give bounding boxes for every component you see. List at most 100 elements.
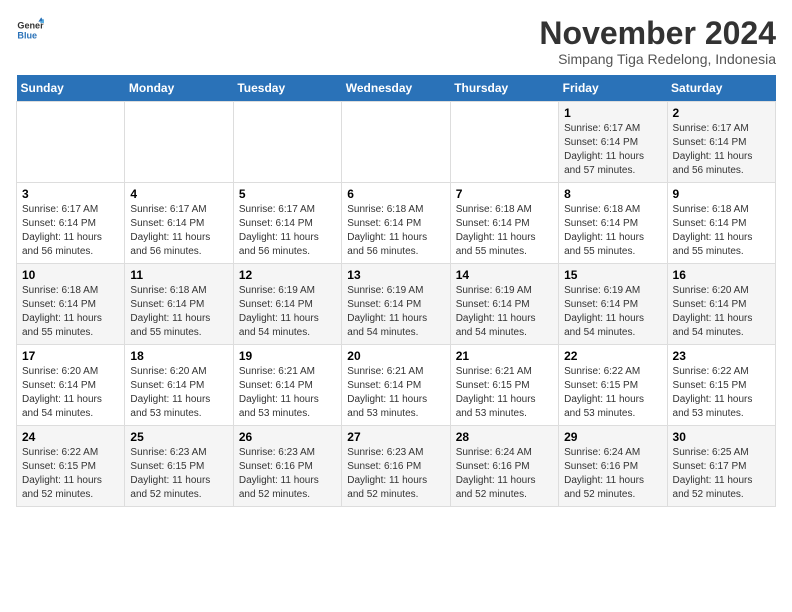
day-number: 17 [22, 349, 119, 363]
calendar-week-row: 10 Sunrise: 6:18 AM Sunset: 6:14 PM Dayli… [17, 264, 776, 345]
day-info: Sunrise: 6:19 AM Sunset: 6:14 PM Dayligh… [239, 284, 336, 340]
day-info: Sunrise: 6:23 AM Sunset: 6:16 PM Dayligh… [347, 446, 444, 502]
day-info: Sunrise: 6:18 AM Sunset: 6:14 PM Dayligh… [22, 284, 119, 340]
day-header-saturday: Saturday [667, 75, 775, 102]
calendar-cell: 14Sunrise: 6:19 AM Sunset: 6:14 PM Dayli… [450, 264, 558, 345]
day-number: 5 [239, 187, 336, 201]
day-number: 2 [673, 106, 770, 120]
day-number: 8 [564, 187, 661, 201]
day-number: 18 [130, 349, 227, 363]
calendar-header-row: SundayMondayTuesdayWednesdayThursdayFrid… [17, 75, 776, 102]
calendar-cell [17, 102, 125, 183]
day-info: Sunrise: 6:18 AM Sunset: 6:14 PM Dayligh… [456, 203, 553, 259]
calendar-cell [450, 102, 558, 183]
day-info: Sunrise: 6:17 AM Sunset: 6:14 PM Dayligh… [564, 122, 661, 178]
calendar-cell: 23 Sunrise: 6:22 AM Sunset: 6:15 PM Dayli… [667, 345, 775, 426]
day-header-sunday: Sunday [17, 75, 125, 102]
calendar-cell: 13 Sunrise: 6:19 AM Sunset: 6:14 PM Dayli… [342, 264, 450, 345]
day-number: 24 [22, 430, 119, 444]
calendar-cell [342, 102, 450, 183]
calendar-cell: 8 Sunrise: 6:18 AM Sunset: 6:14 PM Daylig… [559, 183, 667, 264]
calendar-cell: 2 Sunrise: 6:17 AM Sunset: 6:14 PM Daylig… [667, 102, 775, 183]
day-number: 11 [130, 268, 227, 282]
day-info: Sunrise: 6:18 AM Sunset: 6:14 PM Dayligh… [130, 284, 227, 340]
day-info: Sunrise: 6:17 AM Sunset: 6:14 PM Dayligh… [130, 203, 227, 259]
calendar-cell: 9 Sunrise: 6:18 AM Sunset: 6:14 PM Daylig… [667, 183, 775, 264]
day-number: 25 [130, 430, 227, 444]
day-info: Sunrise: 6:17 AM Sunset: 6:14 PM Dayligh… [22, 203, 119, 259]
calendar-cell: 10 Sunrise: 6:18 AM Sunset: 6:14 PM Dayli… [17, 264, 125, 345]
calendar-cell: 21Sunrise: 6:21 AM Sunset: 6:15 PM Dayli… [450, 345, 558, 426]
day-number: 7 [456, 187, 553, 201]
calendar-cell: 28Sunrise: 6:24 AM Sunset: 6:16 PM Dayli… [450, 426, 558, 507]
day-info: Sunrise: 6:21 AM Sunset: 6:14 PM Dayligh… [347, 365, 444, 421]
calendar-week-row: 17 Sunrise: 6:20 AM Sunset: 6:14 PM Dayli… [17, 345, 776, 426]
day-number: 4 [130, 187, 227, 201]
calendar-cell: 26 Sunrise: 6:23 AM Sunset: 6:16 PM Dayli… [233, 426, 341, 507]
day-number: 28 [456, 430, 553, 444]
calendar-cell: 7 Sunrise: 6:18 AM Sunset: 6:14 PM Daylig… [450, 183, 558, 264]
day-number: 15 [564, 268, 661, 282]
day-number: 13 [347, 268, 444, 282]
day-info: Sunrise: 6:17 AM Sunset: 6:14 PM Dayligh… [673, 122, 770, 178]
day-info: Sunrise: 6:18 AM Sunset: 6:14 PM Dayligh… [347, 203, 444, 259]
calendar-week-row: 1Sunrise: 6:17 AM Sunset: 6:14 PM Daylig… [17, 102, 776, 183]
calendar-week-row: 3 Sunrise: 6:17 AM Sunset: 6:14 PM Daylig… [17, 183, 776, 264]
page-header: General Blue November 2024 Simpang Tiga … [16, 16, 776, 67]
day-header-monday: Monday [125, 75, 233, 102]
day-header-thursday: Thursday [450, 75, 558, 102]
day-number: 23 [673, 349, 770, 363]
day-info: Sunrise: 6:17 AM Sunset: 6:14 PM Dayligh… [239, 203, 336, 259]
calendar-cell [125, 102, 233, 183]
day-info: Sunrise: 6:25 AM Sunset: 6:17 PM Dayligh… [673, 446, 770, 502]
calendar-cell: 24Sunrise: 6:22 AM Sunset: 6:15 PM Dayli… [17, 426, 125, 507]
logo: General Blue [16, 16, 44, 44]
calendar-cell: 19Sunrise: 6:21 AM Sunset: 6:14 PM Dayli… [233, 345, 341, 426]
day-number: 22 [564, 349, 661, 363]
day-number: 20 [347, 349, 444, 363]
day-info: Sunrise: 6:21 AM Sunset: 6:14 PM Dayligh… [239, 365, 336, 421]
calendar-cell: 3 Sunrise: 6:17 AM Sunset: 6:14 PM Daylig… [17, 183, 125, 264]
day-info: Sunrise: 6:22 AM Sunset: 6:15 PM Dayligh… [673, 365, 770, 421]
calendar-cell: 15 Sunrise: 6:19 AM Sunset: 6:14 PM Dayli… [559, 264, 667, 345]
svg-text:Blue: Blue [17, 30, 37, 40]
calendar-subtitle: Simpang Tiga Redelong, Indonesia [539, 51, 776, 67]
day-number: 21 [456, 349, 553, 363]
day-info: Sunrise: 6:19 AM Sunset: 6:14 PM Dayligh… [456, 284, 553, 340]
calendar-cell: 20 Sunrise: 6:21 AM Sunset: 6:14 PM Dayli… [342, 345, 450, 426]
day-number: 29 [564, 430, 661, 444]
calendar-cell: 17 Sunrise: 6:20 AM Sunset: 6:14 PM Dayli… [17, 345, 125, 426]
calendar-cell: 27Sunrise: 6:23 AM Sunset: 6:16 PM Dayli… [342, 426, 450, 507]
logo-icon: General Blue [16, 16, 44, 44]
day-info: Sunrise: 6:20 AM Sunset: 6:14 PM Dayligh… [673, 284, 770, 340]
day-number: 30 [673, 430, 770, 444]
day-number: 16 [673, 268, 770, 282]
day-info: Sunrise: 6:19 AM Sunset: 6:14 PM Dayligh… [347, 284, 444, 340]
title-block: November 2024 Simpang Tiga Redelong, Ind… [539, 16, 776, 67]
calendar-cell: 29Sunrise: 6:24 AM Sunset: 6:16 PM Dayli… [559, 426, 667, 507]
day-number: 10 [22, 268, 119, 282]
day-number: 3 [22, 187, 119, 201]
day-info: Sunrise: 6:18 AM Sunset: 6:14 PM Dayligh… [673, 203, 770, 259]
day-number: 9 [673, 187, 770, 201]
calendar-cell: 30 Sunrise: 6:25 AM Sunset: 6:17 PM Dayli… [667, 426, 775, 507]
calendar-week-row: 24Sunrise: 6:22 AM Sunset: 6:15 PM Dayli… [17, 426, 776, 507]
calendar-cell: 18 Sunrise: 6:20 AM Sunset: 6:14 PM Dayli… [125, 345, 233, 426]
day-header-tuesday: Tuesday [233, 75, 341, 102]
day-number: 26 [239, 430, 336, 444]
svg-text:General: General [17, 21, 44, 31]
calendar-cell: 22Sunrise: 6:22 AM Sunset: 6:15 PM Dayli… [559, 345, 667, 426]
calendar-cell: 16 Sunrise: 6:20 AM Sunset: 6:14 PM Dayli… [667, 264, 775, 345]
day-info: Sunrise: 6:18 AM Sunset: 6:14 PM Dayligh… [564, 203, 661, 259]
day-info: Sunrise: 6:20 AM Sunset: 6:14 PM Dayligh… [130, 365, 227, 421]
calendar-cell [233, 102, 341, 183]
calendar-cell: 5 Sunrise: 6:17 AM Sunset: 6:14 PM Daylig… [233, 183, 341, 264]
calendar-cell: 1Sunrise: 6:17 AM Sunset: 6:14 PM Daylig… [559, 102, 667, 183]
day-number: 12 [239, 268, 336, 282]
calendar-cell: 12 Sunrise: 6:19 AM Sunset: 6:14 PM Dayli… [233, 264, 341, 345]
day-info: Sunrise: 6:23 AM Sunset: 6:15 PM Dayligh… [130, 446, 227, 502]
day-number: 6 [347, 187, 444, 201]
day-info: Sunrise: 6:19 AM Sunset: 6:14 PM Dayligh… [564, 284, 661, 340]
day-info: Sunrise: 6:23 AM Sunset: 6:16 PM Dayligh… [239, 446, 336, 502]
day-info: Sunrise: 6:20 AM Sunset: 6:14 PM Dayligh… [22, 365, 119, 421]
